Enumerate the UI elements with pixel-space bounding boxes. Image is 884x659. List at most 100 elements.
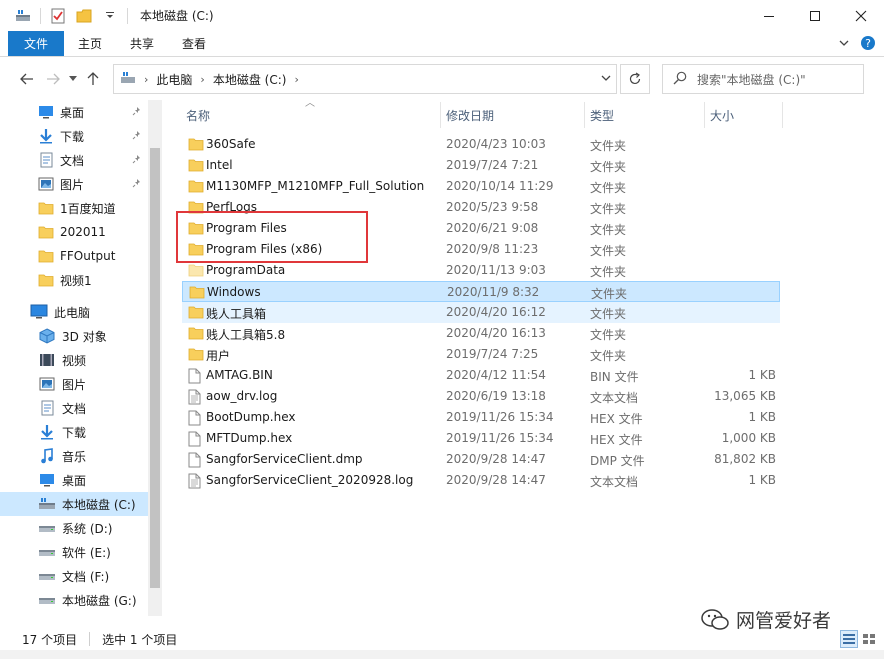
breadcrumb-this-pc[interactable]: 此电脑: [156, 71, 192, 88]
file-name: AMTAG.BIN: [206, 368, 273, 382]
properties-icon[interactable]: [49, 7, 67, 25]
file-modified-date: 2020/10/14 11:29: [446, 179, 554, 193]
column-header-name[interactable]: 名称: [186, 100, 210, 130]
file-type: HEX 文件: [590, 433, 643, 447]
nav-item[interactable]: 3D 对象: [0, 324, 148, 348]
file-row[interactable]: SangforServiceClient_2020928.log 2020/9/2…: [182, 470, 780, 491]
nav-item[interactable]: 视频1: [0, 268, 148, 292]
file-modified-date: 2019/11/26 15:34: [446, 410, 554, 424]
file-row[interactable]: 贱人工具箱5.8 2020/4/20 16:13 文件夹: [182, 323, 780, 344]
minimize-button[interactable]: [746, 0, 792, 31]
nav-item[interactable]: 系统 (D:): [0, 516, 148, 540]
drive-icon: [38, 592, 56, 608]
nav-item[interactable]: 下载: [0, 124, 148, 148]
this-pc-icon: [120, 71, 136, 88]
nav-item-label: 3D 对象: [62, 329, 107, 344]
search-box[interactable]: 搜索"本地磁盘 (C:)": [662, 64, 864, 94]
breadcrumb-separator-icon[interactable]: ›: [200, 73, 204, 86]
new-folder-icon[interactable]: [75, 7, 93, 25]
close-button[interactable]: [838, 0, 884, 31]
details-view-icon[interactable]: [840, 630, 858, 648]
file-name: Intel: [206, 158, 233, 172]
nav-item[interactable]: 图片: [0, 372, 148, 396]
file-row[interactable]: M1130MFP_M1210MFP_Full_Solution 2020/10/1…: [182, 176, 780, 197]
column-header-modified[interactable]: 修改日期: [446, 100, 494, 130]
file-row[interactable]: 贱人工具箱 2020/4/20 16:12 文件夹: [182, 302, 780, 323]
file-type: 文件夹: [590, 328, 627, 342]
nav-item[interactable]: 文档: [0, 396, 148, 420]
annotation-highlight-box: [176, 211, 368, 263]
file-name: SangforServiceClient.dmp: [206, 452, 363, 466]
nav-item[interactable]: 桌面: [0, 468, 148, 492]
nav-item[interactable]: 本地磁盘 (C:): [0, 492, 148, 516]
file-row[interactable]: AMTAG.BIN 2020/4/12 11:54 BIN 文件 1 KB: [182, 365, 780, 386]
file-name: Windows: [207, 285, 261, 299]
up-arrow-icon[interactable]: [80, 66, 106, 92]
breadcrumb-separator-icon[interactable]: ›: [294, 73, 298, 86]
address-history-chevron-icon[interactable]: [600, 72, 612, 87]
file-type: 文件夹: [590, 349, 627, 363]
file-row[interactable]: BootDump.hex 2019/11/26 15:34 HEX 文件 1 KB: [182, 407, 780, 428]
file-type: 文本文档: [590, 391, 639, 405]
scrollbar-thumb[interactable]: [150, 148, 160, 588]
file-row[interactable]: aow_drv.log 2020/6/19 13:18 文本文档 13,065 KB: [182, 386, 780, 407]
file-row[interactable]: ProgramData 2020/11/13 9:03 文件夹: [182, 260, 780, 281]
nav-item[interactable]: 文档 (F:): [0, 564, 148, 588]
file-row[interactable]: 360Safe 2020/4/23 10:03 文件夹: [182, 134, 780, 155]
desktop-icon: [38, 472, 56, 488]
nav-item[interactable]: 图片: [0, 172, 148, 196]
help-icon[interactable]: ?: [860, 35, 876, 54]
navigation-scrollbar[interactable]: [148, 100, 162, 616]
column-divider[interactable]: [782, 102, 783, 128]
breadcrumb-local-disk-c[interactable]: 本地磁盘 (C:): [213, 71, 287, 88]
address-bar[interactable]: › 此电脑 › 本地磁盘 (C:) ›: [113, 64, 617, 94]
nav-item[interactable]: 软件 (E:): [0, 540, 148, 564]
this-pc-icon: [30, 304, 48, 320]
refresh-button[interactable]: [620, 64, 650, 94]
toolbar-divider: [40, 7, 41, 24]
pin-icon: [132, 153, 142, 167]
column-divider[interactable]: [704, 102, 705, 128]
tab-view[interactable]: 查看: [168, 31, 220, 56]
file-row[interactable]: SangforServiceClient.dmp 2020/9/28 14:47 D…: [182, 449, 780, 470]
customize-toolbar-chevron-icon[interactable]: [101, 7, 119, 25]
nav-item[interactable]: 桌面: [0, 100, 148, 124]
nav-item[interactable]: 1百度知道: [0, 196, 148, 220]
nav-item-label: 1百度知道: [60, 201, 116, 216]
breadcrumb-separator-icon[interactable]: ›: [144, 73, 148, 86]
file-modified-date: 2020/9/28 14:47: [446, 473, 546, 487]
tab-home[interactable]: 主页: [64, 31, 116, 56]
nav-item[interactable]: 本地磁盘 (G:): [0, 588, 148, 612]
back-arrow-icon[interactable]: [14, 66, 40, 92]
file-row[interactable]: MFTDump.hex 2019/11/26 15:34 HEX 文件 1,000 K…: [182, 428, 780, 449]
file-name: ProgramData: [206, 263, 286, 277]
file-type: 文件夹: [590, 265, 627, 279]
column-divider[interactable]: [440, 102, 441, 128]
recent-locations-chevron-icon[interactable]: [66, 66, 80, 92]
folder-hidden-icon: [188, 263, 204, 279]
nav-item-this-pc[interactable]: 此电脑: [0, 300, 148, 324]
folder-icon: [189, 285, 205, 301]
file-row[interactable]: 用户 2019/7/24 7:25 文件夹: [182, 344, 780, 365]
large-icons-view-icon[interactable]: [860, 630, 878, 648]
column-header-type[interactable]: 类型: [590, 100, 614, 130]
column-header-size[interactable]: 大小: [710, 100, 734, 130]
forward-arrow-icon[interactable]: [40, 66, 66, 92]
column-divider[interactable]: [584, 102, 585, 128]
tab-share[interactable]: 共享: [116, 31, 168, 56]
file-list: ︿ 名称 修改日期 类型 大小 360Safe 2020/4/23 10:03 文件…: [170, 98, 884, 620]
file-row[interactable]: Windows 2020/11/9 8:32 文件夹: [182, 281, 780, 302]
nav-item[interactable]: FFOutput: [0, 244, 148, 268]
file-row[interactable]: Intel 2019/7/24 7:21 文件夹: [182, 155, 780, 176]
nav-item-label: 此电脑: [54, 305, 91, 320]
system-drive-icon: [38, 496, 56, 512]
maximize-button[interactable]: [792, 0, 838, 31]
nav-item[interactable]: 视频: [0, 348, 148, 372]
nav-item[interactable]: 音乐: [0, 444, 148, 468]
status-divider: [89, 632, 91, 646]
tab-file[interactable]: 文件: [8, 31, 65, 56]
nav-item[interactable]: 202011: [0, 220, 148, 244]
expand-ribbon-chevron-icon[interactable]: [838, 37, 850, 52]
nav-item[interactable]: 文档: [0, 148, 148, 172]
nav-item[interactable]: 下载: [0, 420, 148, 444]
